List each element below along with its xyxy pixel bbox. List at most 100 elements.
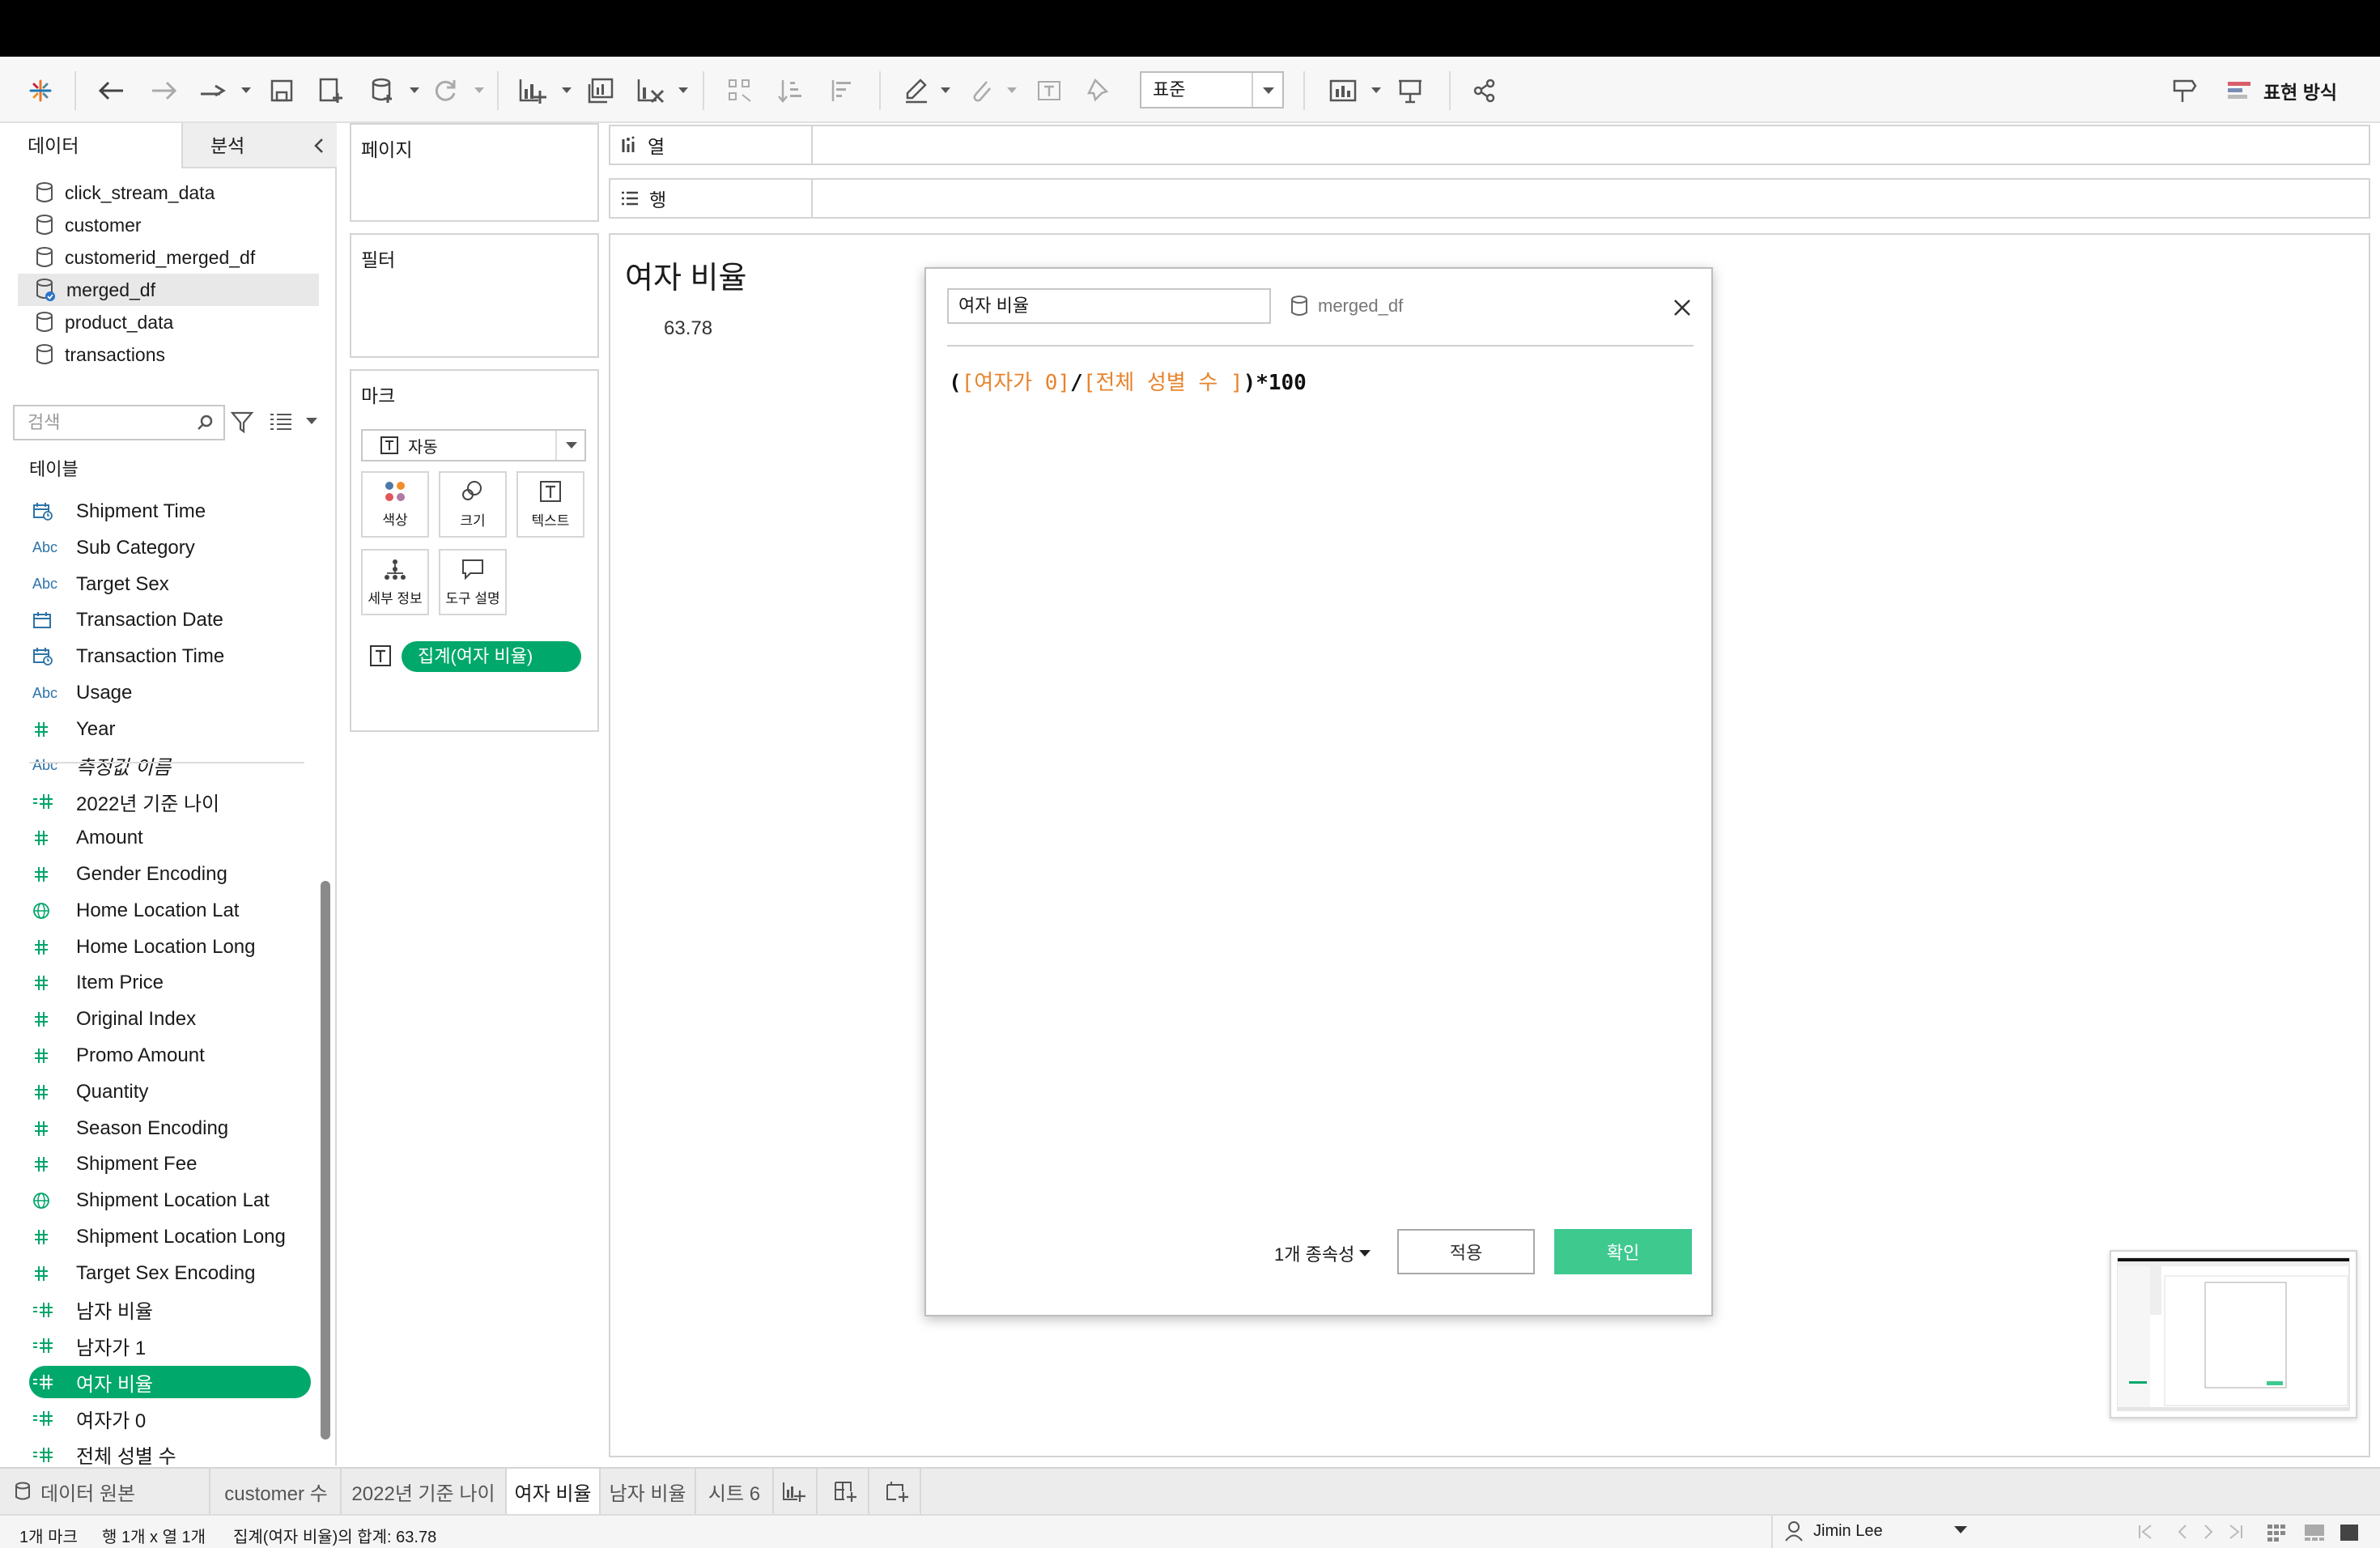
filters-shelf[interactable]: 필터 [350,233,599,358]
tooltip-button[interactable]: 도구 설명 [439,549,507,615]
datasource-options-icon[interactable] [364,73,400,108]
next-page-icon[interactable] [2202,1522,2215,1542]
refresh-icon[interactable] [427,73,463,108]
tab-analysis[interactable]: 분석 [181,123,337,168]
close-icon[interactable] [1671,296,1694,319]
new-worksheet-icon[interactable] [515,73,550,108]
label-icon[interactable] [1031,73,1067,108]
field-item[interactable]: Abc 측정값 이름 [32,750,308,782]
chevron-down-icon[interactable] [306,418,317,424]
datasource-item[interactable]: customerid_merged_df [18,241,319,274]
field-item[interactable]: Abc Target Sex [32,568,308,601]
text-button[interactable]: 텍스트 [516,471,584,538]
field-item[interactable]: Amount [32,822,308,854]
tabs-view-icon[interactable] [2340,1524,2359,1542]
search-input[interactable]: 검색 [13,405,225,440]
pages-shelf[interactable]: 페이지 [350,123,599,222]
datasource-item[interactable]: customer [18,209,319,241]
field-item[interactable]: Transaction Time [32,640,308,673]
rows-shelf[interactable]: 행 [609,178,2370,219]
field-item[interactable]: Abc Sub Category [32,532,308,564]
size-button[interactable]: 크기 [439,471,507,538]
filmstrip-icon[interactable] [2304,1524,2325,1542]
new-worksheet-tab-icon[interactable] [771,1469,818,1514]
first-page-icon[interactable] [2137,1522,2153,1542]
tab-sheet[interactable]: 여자 비율 [507,1469,601,1514]
prev-page-icon[interactable] [2176,1522,2189,1542]
tab-datasource[interactable]: 데이터 원본 [0,1469,210,1514]
search-icon[interactable] [196,413,215,432]
field-item[interactable]: 전체 성별 수 [32,1439,308,1471]
back-icon[interactable] [94,73,130,108]
field-item[interactable]: 남자가 1 [32,1329,308,1362]
last-page-icon[interactable] [2228,1522,2244,1542]
tab-sheet[interactable]: 2022년 기준 나이 [342,1469,507,1514]
tab-sheet[interactable]: 남자 비율 [601,1469,696,1514]
field-list-scrollbar[interactable] [321,881,330,1440]
field-item[interactable]: Shipment Location Lat [32,1184,308,1217]
apply-button[interactable]: 적용 [1397,1229,1535,1274]
field-item[interactable]: Item Price [32,967,308,999]
datasource-item[interactable]: transactions [18,338,319,371]
tableau-logo-icon[interactable] [23,73,58,108]
presentation-icon[interactable] [1392,73,1428,108]
field-item[interactable]: Shipment Fee [32,1148,308,1180]
datasource-item[interactable]: merged_df [18,274,319,306]
field-item[interactable]: Original Index [32,1003,308,1036]
calc-formula-editor[interactable]: ([여자가 0]/[전체 성별 수 ])*100 [949,366,1307,396]
ok-button[interactable]: 확인 [1554,1229,1692,1274]
field-item[interactable]: Shipment Location Long [32,1221,308,1253]
new-dashboard-icon[interactable] [822,1469,869,1514]
field-item[interactable]: Abc Usage [32,677,308,709]
field-item[interactable]: Quantity [32,1076,308,1108]
field-item[interactable]: Home Location Long [32,931,308,963]
new-story-icon[interactable] [874,1469,921,1514]
collapse-pane-icon[interactable] [309,134,330,157]
field-item[interactable]: Target Sex Encoding [32,1257,308,1290]
field-item[interactable]: 남자 비율 [32,1294,308,1326]
navigator-thumbnail[interactable] [2110,1250,2357,1418]
sort-ascending-icon[interactable] [772,73,808,108]
annotate-icon[interactable] [963,73,999,108]
swap-icon[interactable] [722,73,758,108]
mark-type-dropdown[interactable]: 자동 [361,429,586,461]
field-item[interactable]: 2022년 기준 나이 [32,785,308,818]
save-icon[interactable] [264,73,300,108]
text-mark-pill[interactable]: 집계(여자 비율) [402,641,581,672]
field-item[interactable]: Home Location Lat [32,895,308,927]
sort-descending-icon[interactable] [822,73,858,108]
fit-dropdown[interactable]: 표준 [1140,71,1284,108]
redo-menu-icon[interactable] [194,73,230,108]
field-item[interactable]: 여자가 0 [32,1402,308,1435]
tab-data[interactable]: 데이터 [0,123,181,168]
forward-icon[interactable] [146,73,181,108]
user-menu[interactable]: Jimin Lee [1771,1514,1978,1548]
tab-sheet[interactable]: customer 수 [212,1469,342,1514]
show-me-button[interactable]: 표현 방식 [2228,74,2337,107]
sign-icon[interactable] [2166,73,2202,108]
filter-icon[interactable] [230,410,254,434]
pin-icon[interactable] [1082,73,1117,108]
view-options-icon[interactable] [269,411,293,432]
highlight-icon[interactable] [899,73,934,108]
datasource-item[interactable]: product_data [18,306,319,338]
fit-icon[interactable] [1328,73,1363,108]
field-item[interactable]: Season Encoding [32,1112,308,1145]
viz-text-value[interactable]: 63.78 [664,317,712,340]
duplicate-sheet-icon[interactable] [583,73,618,108]
tab-sheet[interactable]: 시트 6 [696,1469,774,1514]
new-datasource-icon[interactable] [314,73,350,108]
share-icon[interactable] [1467,73,1502,108]
field-item[interactable]: Transaction Date [32,604,308,636]
dependencies-dropdown[interactable]: 1개 종속성 [1274,1240,1371,1266]
calc-name-input[interactable]: 여자 비율 [947,288,1271,324]
field-item[interactable]: Gender Encoding [32,858,308,891]
field-item[interactable]: Promo Amount [32,1040,308,1072]
field-item[interactable]: Year [32,713,308,746]
datasource-item[interactable]: click_stream_data [18,176,319,209]
field-item[interactable]: Shipment Time [32,495,308,528]
color-button[interactable]: 색상 [361,471,429,538]
columns-shelf[interactable]: 열 [609,125,2370,165]
sheet-sorter-icon[interactable] [2267,1524,2286,1542]
clear-sheet-icon[interactable] [633,73,669,108]
